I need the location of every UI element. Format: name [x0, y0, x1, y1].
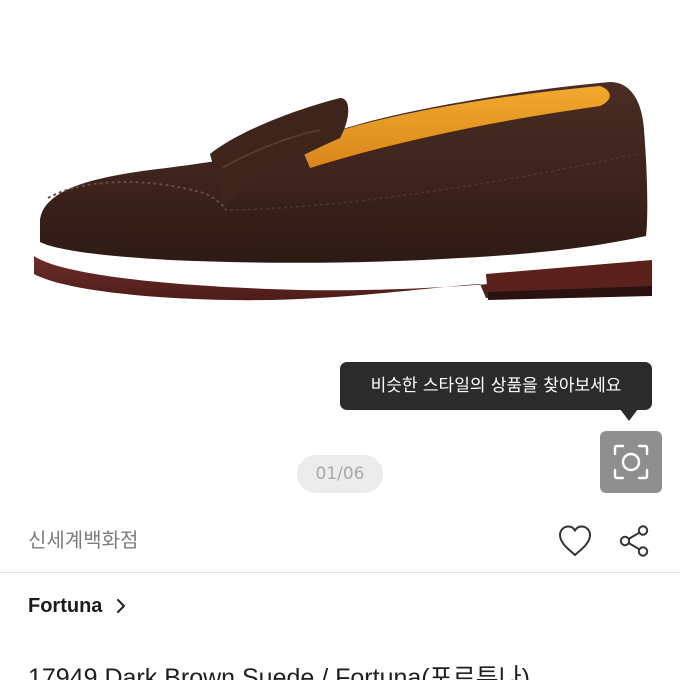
- similar-style-tooltip: 비슷한 스타일의 상품을 찾아보세요: [340, 362, 652, 410]
- image-pager: 01/06: [297, 455, 383, 493]
- heart-outline-icon: [559, 525, 591, 556]
- like-button[interactable]: [557, 524, 593, 558]
- share-button[interactable]: [618, 524, 652, 558]
- product-detail-page: 비슷한 스타일의 상품을 찾아보세요 01/06 신세계백화점 Fortuna …: [0, 0, 680, 680]
- share-icon: [619, 525, 649, 557]
- store-row: 신세계백화점: [0, 510, 680, 572]
- brand-link[interactable]: Fortuna: [28, 590, 126, 622]
- brand-name: Fortuna: [28, 594, 103, 617]
- product-image: [34, 82, 652, 301]
- product-title: 17949 Dark Brown Suede / Fortuna(포르투나): [28, 664, 530, 680]
- store-name[interactable]: 신세계백화점: [28, 524, 138, 553]
- product-image-gallery[interactable]: 비슷한 스타일의 상품을 찾아보세요 01/06: [0, 0, 680, 510]
- similar-style-search-button[interactable]: [600, 431, 662, 493]
- camera-lens-search-icon: [613, 444, 649, 480]
- chevron-right-icon: [117, 599, 126, 613]
- section-divider: [0, 572, 680, 573]
- tooltip-arrow: [620, 409, 638, 421]
